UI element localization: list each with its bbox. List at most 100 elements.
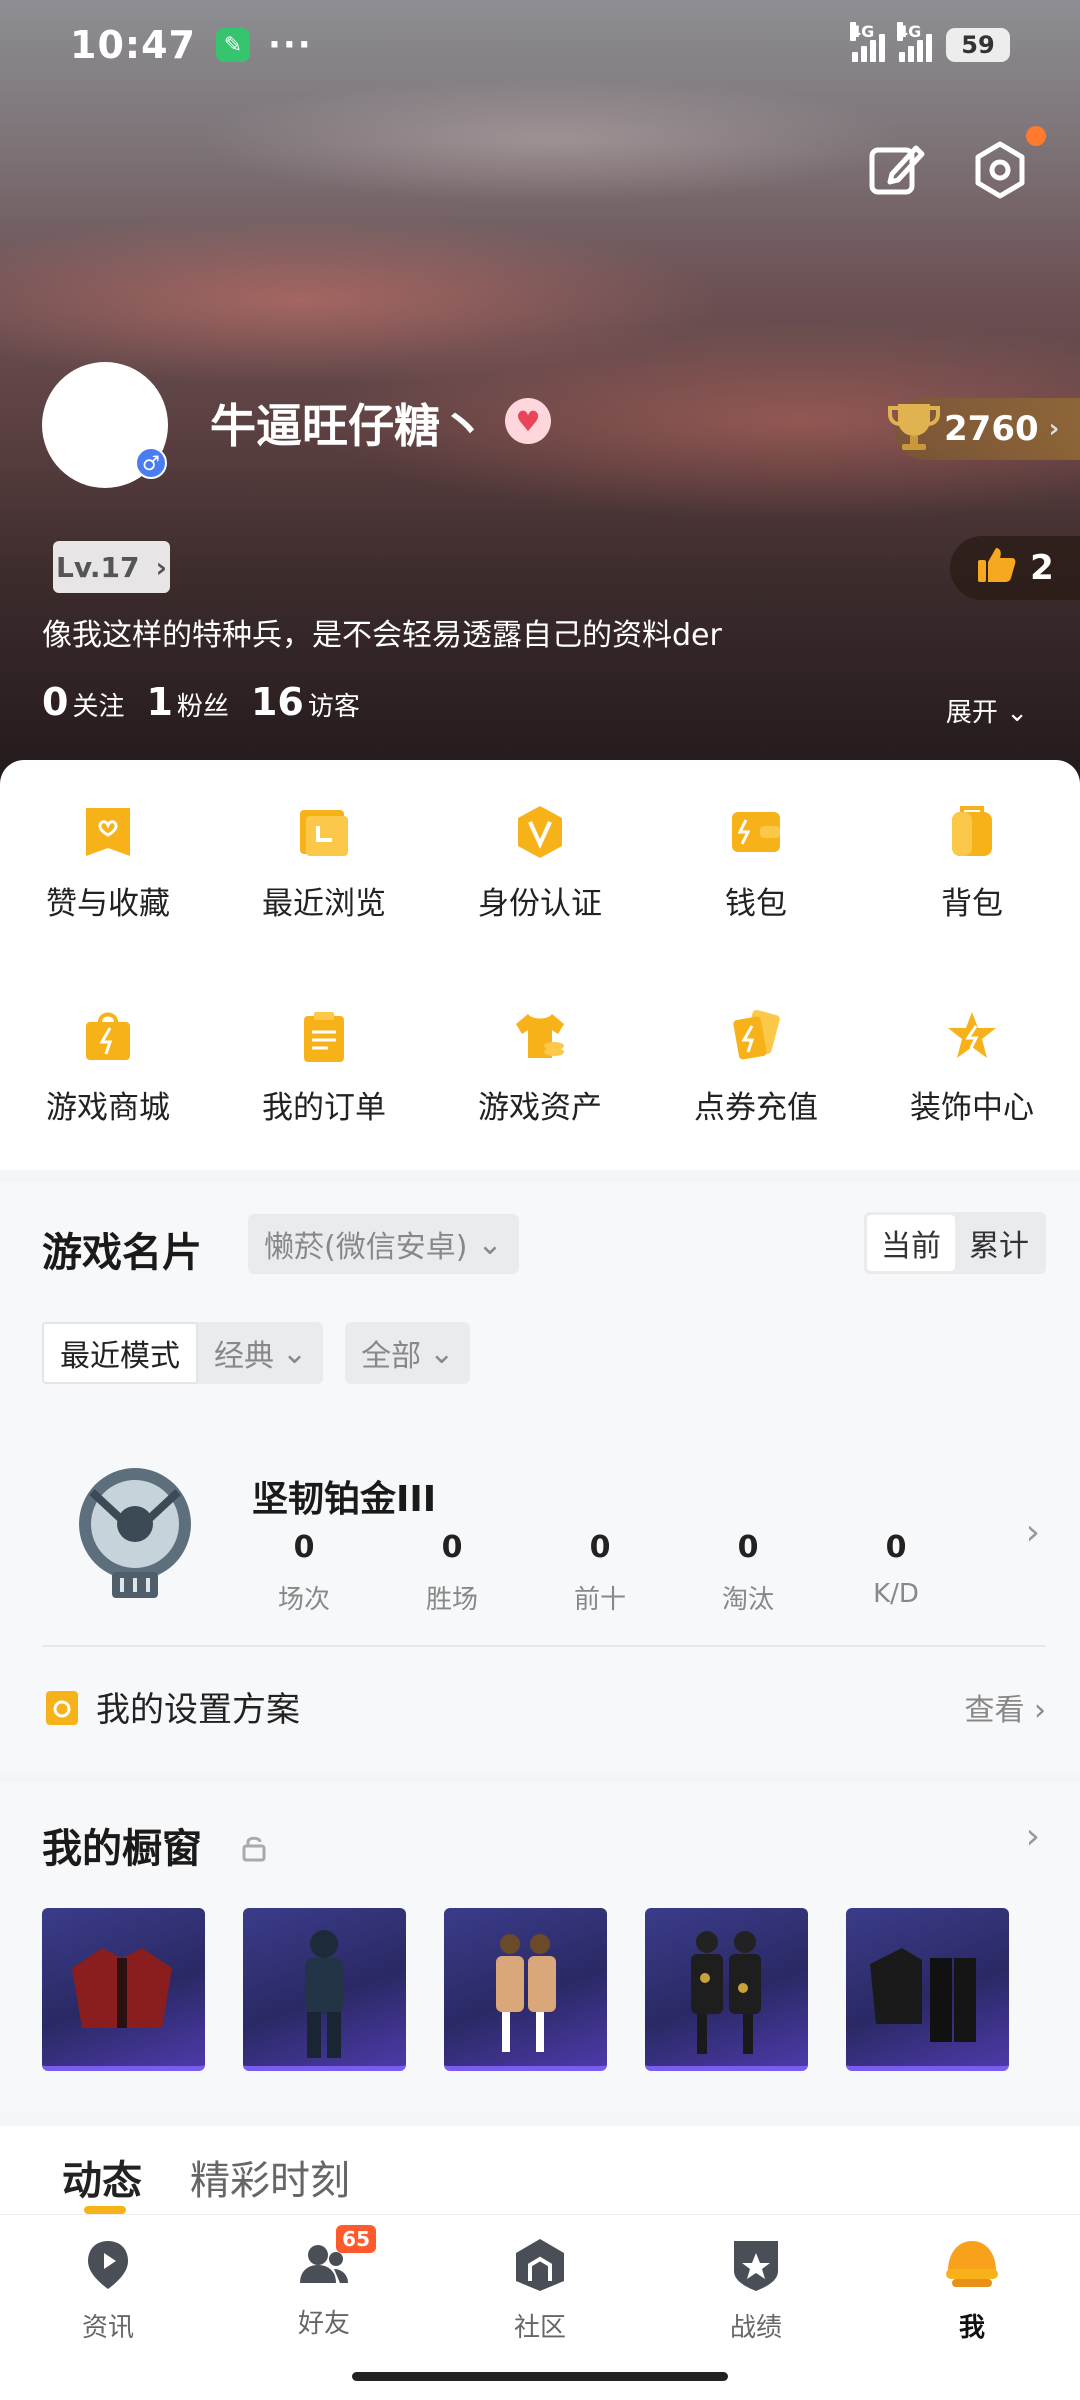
stat-followers[interactable]: 1 粉丝 xyxy=(146,680,228,724)
filter-selector: 全部 ⌄ xyxy=(345,1322,471,1384)
toggle-cumulative[interactable]: 累计 xyxy=(955,1215,1043,1271)
gear-clipboard-icon xyxy=(46,1690,78,1725)
tab-moments[interactable]: 动态 xyxy=(62,2148,142,2206)
mode-dropdown[interactable]: 经典 ⌄ xyxy=(198,1322,323,1384)
home-indicator xyxy=(352,2372,728,2381)
trophy-icon xyxy=(888,404,940,450)
helmet-icon xyxy=(946,2241,998,2287)
section-title: 我的橱窗 xyxy=(42,1826,202,1872)
divider xyxy=(42,1645,1046,1647)
cards-icon xyxy=(733,1009,780,1060)
quick-menu-grid: 赞与收藏 最近浏览 身份认证 钱包 背包 游戏商城 我的订单 游戏资产 点券充值… xyxy=(0,760,1080,1170)
status-bar: 10:47 ✎ ··· 4G 4G 59 xyxy=(0,0,1080,90)
male-gender-icon: ♂ xyxy=(135,447,167,479)
folder-icon xyxy=(300,810,348,856)
menu-game-assets[interactable]: 游戏资产 xyxy=(432,1008,648,1127)
stat-top10: 0 前十 xyxy=(573,1530,626,1615)
menu-coupon-recharge[interactable]: 点券充值 xyxy=(648,1008,864,1127)
tab-highlights[interactable]: 精彩时刻 xyxy=(190,2148,350,2206)
trophy-score-pill[interactable]: 2760 › xyxy=(888,398,1080,460)
game-card-section: 游戏名片 懒菸(微信安卓) ⌄ 当前 累计 最近模式 经典 ⌄ 全部 ⌄ 坚韧铂金II… xyxy=(0,1182,1080,1772)
community-icon xyxy=(516,2239,564,2291)
status-time: 10:47 xyxy=(70,23,196,67)
recent-mode-chip[interactable]: 最近模式 xyxy=(42,1322,198,1384)
nav-friends[interactable]: 65 好友 xyxy=(216,2225,432,2340)
chevron-down-icon: ⌄ xyxy=(477,1226,503,1262)
stat-visitors[interactable]: 16 访客 xyxy=(251,680,360,724)
feed-tabs: 动态 精彩时刻 xyxy=(0,2126,1080,2216)
chevron-right-icon: › xyxy=(1048,414,1060,444)
menu-backpack[interactable]: 背包 xyxy=(864,804,1080,923)
view-link[interactable]: 查看 › xyxy=(964,1685,1046,1729)
chevron-right-icon[interactable]: › xyxy=(1026,1816,1040,1857)
chevron-right-icon[interactable]: › xyxy=(1026,1512,1040,1553)
star-icon xyxy=(948,1012,996,1058)
nav-records[interactable]: 战绩 xyxy=(648,2235,864,2344)
record-shield-icon xyxy=(734,2241,778,2291)
chevron-down-icon: ⌄ xyxy=(429,1335,455,1371)
signal-icon: 4G xyxy=(850,22,885,62)
menu-wallet[interactable]: 钱包 xyxy=(648,804,864,923)
likes-count: 2 xyxy=(1030,548,1054,588)
username: 牛逼旺仔糖丶 xyxy=(210,399,486,453)
rank-name: 坚韧铂金III xyxy=(252,1479,437,1520)
nav-news[interactable]: 资讯 xyxy=(0,2235,216,2344)
avatar[interactable]: ♂ xyxy=(42,362,168,488)
more-notifications-icon: ··· xyxy=(267,25,313,65)
rank-emblem-icon xyxy=(79,1468,191,1598)
showcase-section: 我的橱窗 › xyxy=(0,1782,1080,2112)
likes-pill[interactable]: 2 xyxy=(950,536,1080,600)
notification-dot xyxy=(1026,126,1046,146)
shopping-bag-icon xyxy=(86,1012,130,1060)
toggle-current[interactable]: 当前 xyxy=(867,1215,955,1271)
edit-icon[interactable] xyxy=(866,140,926,200)
section-title: 游戏名片 xyxy=(42,1230,202,1276)
showcase-item-camo-suit[interactable] xyxy=(645,1908,808,2071)
wallet-icon xyxy=(732,812,780,852)
expand-button[interactable]: 展开 ⌄ xyxy=(946,692,1028,729)
nav-me[interactable]: 我 xyxy=(864,2235,1080,2344)
profile-header: 10:47 ✎ ··· 4G 4G 59 ♂ 牛逼旺仔糖丶 ♥ 2760 › L… xyxy=(0,0,1080,790)
showcase-item-tan-outfit[interactable] xyxy=(444,1908,607,2071)
showcase-item-red-jacket[interactable] xyxy=(42,1908,205,2071)
menu-decoration-center[interactable]: 装饰中心 xyxy=(864,1008,1080,1127)
mode-selector: 最近模式 经典 ⌄ xyxy=(42,1322,324,1384)
friends-badge: 65 xyxy=(336,2225,376,2253)
shirt-coins-icon xyxy=(516,1014,564,1058)
social-stats: 0 关注 1 粉丝 16 访客 xyxy=(42,680,360,724)
settings-plan-row[interactable]: 我的设置方案 查看 › xyxy=(42,1682,1046,1731)
menu-my-orders[interactable]: 我的订单 xyxy=(216,1008,432,1127)
account-select[interactable]: 懒菸(微信安卓) ⌄ xyxy=(248,1214,519,1274)
thumbs-up-icon xyxy=(976,544,1016,593)
period-toggle: 当前 累计 xyxy=(864,1212,1046,1274)
level-badge[interactable]: Lv.17 › xyxy=(53,541,170,593)
menu-likes-favorites[interactable]: 赞与收藏 xyxy=(0,804,216,923)
active-tab-indicator xyxy=(84,2206,126,2214)
showcase-item-black-jacket[interactable] xyxy=(846,1908,1009,2071)
heart-badge-icon[interactable]: ♥ xyxy=(505,398,551,444)
settings-gear-icon[interactable] xyxy=(970,126,1046,200)
signal-icon-2: 4G xyxy=(897,22,932,62)
bio-text: 像我这样的特种兵，是不会轻易透露自己的资料der xyxy=(42,618,722,653)
news-play-icon xyxy=(88,2241,128,2289)
stat-wins: 0 胜场 xyxy=(425,1530,478,1615)
backpack-icon xyxy=(952,806,992,856)
bookmark-icon xyxy=(86,808,130,856)
filter-dropdown[interactable]: 全部 ⌄ xyxy=(345,1322,470,1384)
stat-matches: 0 场次 xyxy=(277,1530,330,1615)
showcase-item-dark-suit[interactable] xyxy=(243,1908,406,2071)
chevron-right-icon: › xyxy=(155,550,167,584)
rank-stats: 0 场次 0 胜场 0 前十 0 淘汰 0 K/D xyxy=(230,1530,970,1616)
trophy-score: 2760 xyxy=(944,409,1039,449)
stat-kd: 0 K/D xyxy=(873,1530,919,1609)
chevron-down-icon: ⌄ xyxy=(282,1335,308,1371)
menu-recent-views[interactable]: 最近浏览 xyxy=(216,804,432,923)
verify-badge-icon xyxy=(518,806,562,858)
stat-eliminations: 0 淘汰 xyxy=(721,1530,774,1615)
menu-game-store[interactable]: 游戏商城 xyxy=(0,1008,216,1127)
level-text: Lv.17 xyxy=(56,550,140,584)
battery-icon: 59 xyxy=(946,28,1010,62)
nav-community[interactable]: 社区 xyxy=(432,2235,648,2344)
stat-following[interactable]: 0 关注 xyxy=(42,680,124,724)
menu-identity-verification[interactable]: 身份认证 xyxy=(432,804,648,923)
